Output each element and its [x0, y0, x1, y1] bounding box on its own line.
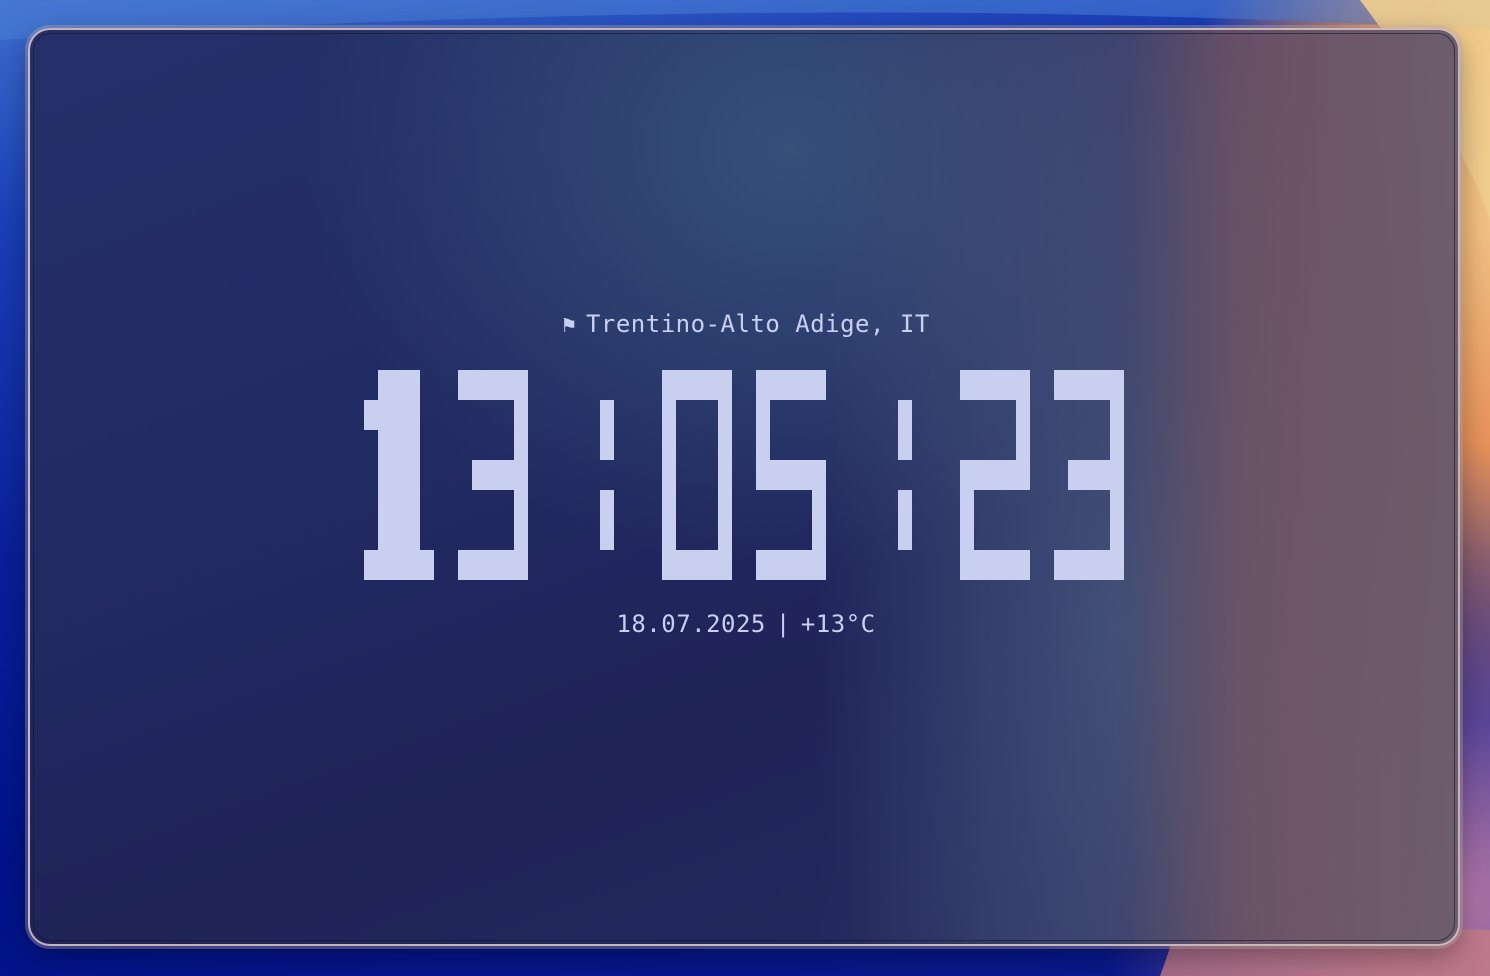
digit-2-pixel: [662, 490, 676, 520]
digit-0-pixel: [364, 400, 378, 430]
digit-1-pixel: [472, 550, 514, 580]
digit-2-pixel: [718, 490, 732, 520]
digit-0-pixel: [378, 490, 420, 520]
digit-4-pixel: [1016, 460, 1030, 490]
digit-0-pixel: [378, 430, 420, 460]
digit-3-pixel: [770, 550, 812, 580]
digit-2-pixel: [676, 370, 718, 400]
clock-window: ⚑ Trentino-Alto Adige, IT 18.07.2025 | +13°…: [28, 28, 1460, 946]
digit-4-pixel: [1016, 370, 1030, 400]
digit-1-pixel: [514, 400, 528, 430]
digit-3-pixel: [756, 370, 770, 400]
digit-2-pixel: [718, 430, 732, 460]
digit-0-pixel: [378, 370, 420, 400]
digit-1-pixel: [472, 460, 514, 490]
digit-5-pixel: [1068, 550, 1110, 580]
digit-5-pixel: [1110, 460, 1124, 490]
digit-4-pixel: [960, 370, 974, 400]
digit-5-pixel: [1110, 400, 1124, 430]
colon-dot-bottom: [600, 490, 614, 550]
digit-2-pixel: [718, 460, 732, 490]
digit-3-pixel: [812, 520, 826, 550]
digit-3-pixel: [812, 550, 826, 580]
digit-2-pixel: [662, 520, 676, 550]
digit-3-pixel: [770, 460, 812, 490]
digit-5-pixel: [1110, 490, 1124, 520]
digit-4-pixel: [1016, 550, 1030, 580]
digit-1-pixel: [458, 550, 472, 580]
digit-1-pixel: [514, 550, 528, 580]
digit-3-pixel: [812, 370, 826, 400]
digit-5-pixel: [1110, 550, 1124, 580]
date-weather-line: 18.07.2025 | +13°C: [30, 610, 1458, 638]
digit-5-pixel: [1068, 460, 1110, 490]
digit-4-pixel: [960, 460, 974, 490]
digit-0-pixel: [378, 460, 420, 490]
digit-2-pixel: [718, 550, 732, 580]
digit-4-pixel: [960, 520, 974, 550]
digit-1-pixel: [472, 370, 514, 400]
separator: |: [775, 610, 791, 638]
colon-dot-top: [898, 400, 912, 460]
digit-5-pixel: [1054, 550, 1068, 580]
digit-2-pixel: [662, 460, 676, 490]
digit-3-pixel: [812, 460, 826, 490]
digit-3-pixel: [756, 550, 770, 580]
digit-0-pixel: [420, 550, 434, 580]
colon-dot-bottom: [898, 490, 912, 550]
digit-5-pixel: [1110, 430, 1124, 460]
digit-3-pixel: [812, 490, 826, 520]
digit-5-pixel: [1068, 370, 1110, 400]
digit-5-pixel: [1110, 370, 1124, 400]
digit-0-pixel: [378, 400, 420, 430]
digit-0-pixel: [378, 550, 420, 580]
digit-3-pixel: [770, 370, 812, 400]
digit-4-pixel: [960, 550, 974, 580]
colon-dot-top: [600, 400, 614, 460]
digit-4-pixel: [974, 370, 1016, 400]
digit-4-pixel: [974, 460, 1016, 490]
clock-content: ⚑ Trentino-Alto Adige, IT 18.07.2025 | +13°…: [30, 30, 1458, 944]
digit-2-pixel: [662, 400, 676, 430]
digit-1-pixel: [514, 460, 528, 490]
digit-0-pixel: [378, 520, 420, 550]
pixel-clock: [364, 370, 1124, 580]
digit-5-pixel: [1110, 520, 1124, 550]
digit-4-pixel: [1016, 430, 1030, 460]
digit-1-pixel: [514, 430, 528, 460]
digit-1-pixel: [514, 370, 528, 400]
digit-4-pixel: [1016, 400, 1030, 430]
digit-3-pixel: [756, 460, 770, 490]
digit-2-pixel: [662, 550, 676, 580]
digit-5-pixel: [1054, 370, 1068, 400]
digit-2-pixel: [662, 430, 676, 460]
digit-0-pixel: [364, 550, 378, 580]
digit-1-pixel: [514, 520, 528, 550]
digit-1-pixel: [458, 370, 472, 400]
digit-4-pixel: [974, 550, 1016, 580]
digit-3-pixel: [756, 430, 770, 460]
time-display: [30, 30, 1458, 944]
digit-2-pixel: [718, 370, 732, 400]
temperature-text: +13°C: [800, 610, 876, 638]
digit-2-pixel: [718, 400, 732, 430]
digit-4-pixel: [960, 490, 974, 520]
digit-2-pixel: [662, 370, 676, 400]
digit-2-pixel: [718, 520, 732, 550]
digit-3-pixel: [756, 400, 770, 430]
digit-1-pixel: [514, 490, 528, 520]
date-text: 18.07.2025: [616, 610, 766, 638]
digit-2-pixel: [676, 550, 718, 580]
